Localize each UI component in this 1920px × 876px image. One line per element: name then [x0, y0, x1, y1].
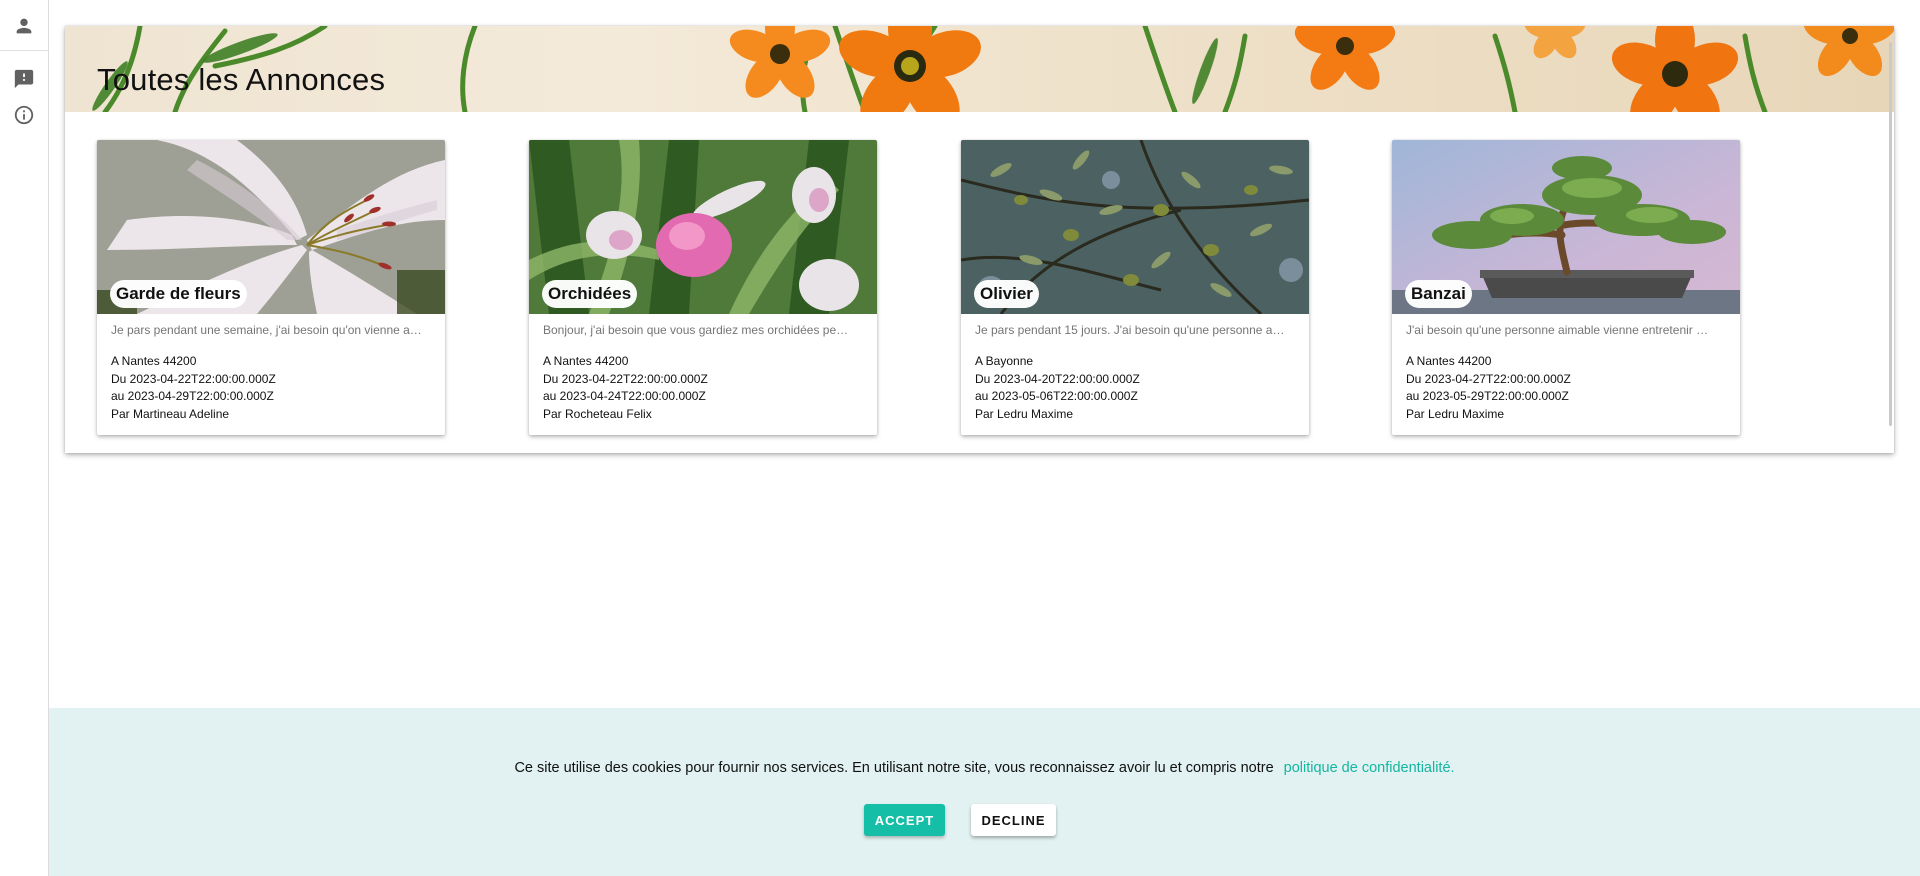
listing-details: A Nantes 44200 Du 2023-04-27T22:00:00.00… [1406, 353, 1571, 423]
listing-author: Par Rocheteau Felix [543, 406, 652, 421]
info-icon[interactable] [11, 102, 37, 128]
cookie-text: Ce site utilise des cookies pour fournir… [514, 760, 1274, 776]
listing-end-date: au 2023-04-24T22:00:00.000Z [543, 389, 706, 403]
decline-button[interactable]: DECLINE [971, 804, 1056, 836]
listing-start-date: Du 2023-04-20T22:00:00.000Z [975, 371, 1140, 386]
listing-author: Par Ledru Maxime [1406, 406, 1505, 421]
listing-start-date: Du 2023-04-22T22:00:00.000Z [111, 371, 276, 386]
page-title: Toutes les Annonces [97, 62, 386, 97]
listing-card[interactable]: Orchidées Bonjour, j'ai besoin que vous … [529, 140, 877, 435]
person-icon[interactable] [11, 13, 37, 39]
rail-divider [0, 50, 49, 51]
accept-button[interactable]: ACCEPT [864, 804, 945, 836]
panel-scrollbar[interactable] [1889, 42, 1892, 426]
privacy-policy-link[interactable]: politique de confidentialité. [1284, 760, 1455, 776]
listing-end-date: au 2023-04-29T22:00:00.000Z [111, 389, 274, 403]
listing-description: Bonjour, j'ai besoin que vous gardiez me… [543, 323, 849, 337]
listing-card[interactable]: Olivier Je pars pendant 15 jours. J'ai b… [961, 140, 1309, 435]
listing-details: A Nantes 44200 Du 2023-04-22T22:00:00.00… [111, 353, 276, 423]
announcements-panel: Toutes les Annonces Garde de fleurs Je p… [65, 26, 1894, 453]
header-banner: Toutes les Annonces [65, 26, 1894, 112]
listing-details: A Nantes 44200 Du 2023-04-22T22:00:00.00… [543, 353, 708, 423]
listing-end-date: au 2023-05-29T22:00:00.000Z [1406, 389, 1569, 403]
listing-location: A Nantes 44200 [543, 354, 629, 368]
cookie-banner: Ce site utilise des cookies pour fournir… [49, 708, 1920, 876]
side-rail [0, 0, 49, 876]
listing-start-date: Du 2023-04-27T22:00:00.000Z [1406, 371, 1571, 386]
listing-start-date: Du 2023-04-22T22:00:00.000Z [543, 371, 708, 386]
listing-description: Je pars pendant 15 jours. J'ai besoin qu… [975, 323, 1285, 337]
listing-description: Je pars pendant une semaine, j'ai besoin… [111, 323, 422, 337]
listing-location: A Nantes 44200 [1406, 354, 1492, 368]
listing-description: J'ai besoin qu'une personne aimable vien… [1406, 323, 1709, 337]
cookie-message: Ce site utilise des cookies pour fournir… [49, 760, 1920, 776]
listing-author: Par Ledru Maxime [975, 406, 1074, 421]
listing-location: A Nantes 44200 [111, 354, 197, 368]
listing-title: Orchidées [542, 280, 638, 308]
listing-title: Banzai [1405, 280, 1472, 308]
listing-title: Garde de fleurs [110, 280, 247, 308]
listing-location: A Bayonne [975, 354, 1034, 368]
listing-title: Olivier [974, 280, 1039, 308]
feedback-icon[interactable] [11, 66, 37, 92]
listing-author: Par Martineau Adeline [111, 406, 230, 421]
listing-details: A Bayonne Du 2023-04-20T22:00:00.000Z au… [975, 353, 1140, 423]
listing-card[interactable]: Banzai J'ai besoin qu'une personne aimab… [1392, 140, 1740, 435]
listing-end-date: au 2023-05-06T22:00:00.000Z [975, 389, 1138, 403]
listing-card[interactable]: Garde de fleurs Je pars pendant une sema… [97, 140, 445, 435]
